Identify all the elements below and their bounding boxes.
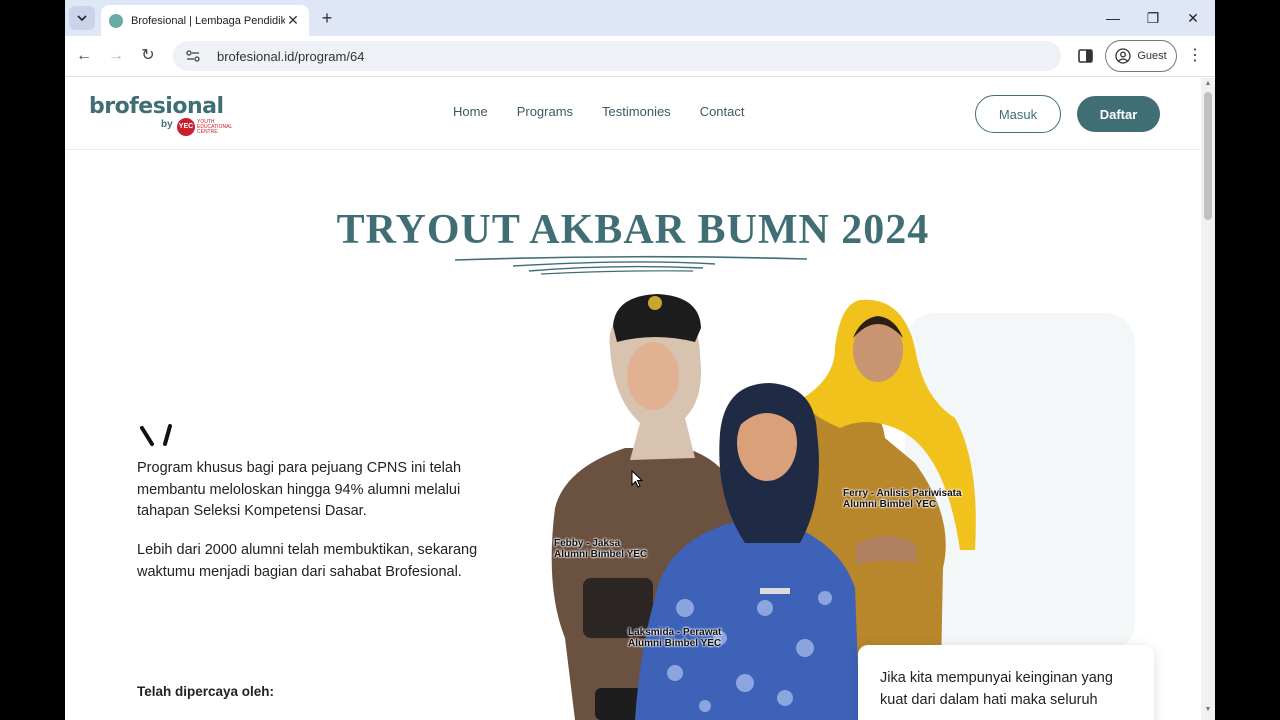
quote-mark-icon: [140, 424, 172, 446]
yec-badge-text: YOUTH EDUCATIONAL CENTRE: [197, 119, 233, 135]
title-underline-scribble: [454, 255, 808, 275]
nav-contact[interactable]: Contact: [700, 104, 745, 119]
site-header: brofesional by YEC YOUTH EDUCATIONAL CEN…: [65, 78, 1201, 150]
scroll-up-arrow-icon[interactable]: ▲: [1204, 80, 1212, 87]
tab-title: Brofesional | Lembaga Pendidikan: [131, 14, 285, 27]
nav-programs[interactable]: Programs: [517, 104, 573, 119]
profile-button[interactable]: Guest: [1105, 40, 1177, 72]
caption-ferry-name: Ferry - Anlisis Pariwisata: [843, 488, 962, 499]
caption-febby-name: Febby - Jaksa: [554, 538, 621, 549]
site-favicon-icon: [109, 13, 123, 28]
side-panel-icon[interactable]: [1075, 45, 1097, 67]
address-bar[interactable]: brofesional.id/program/64: [173, 41, 1061, 71]
page-scrollbar[interactable]: ▲ ▼: [1201, 78, 1215, 720]
caption-laksmida: Laksmida - Perawat Alumni Bimbel YEC: [628, 627, 721, 649]
caption-ferry-sub: Alumni Bimbel YEC: [843, 499, 937, 510]
testimonial-card: Jika kita mempunyai keinginan yang kuat …: [858, 645, 1154, 720]
caption-febby-sub: Alumni Bimbel YEC: [554, 549, 648, 560]
minimize-icon[interactable]: —: [1093, 8, 1133, 28]
browser-toolbar: ← → ↻ brofesional.id/program/64 Guest ⋮: [65, 36, 1215, 77]
caption-ferry: Ferry - Anlisis Pariwisata Alumni Bimbel…: [843, 488, 962, 510]
tab-strip: Brofesional | Lembaga Pendidikan ✕ + — ❐…: [65, 0, 1215, 36]
testimonial-text: Jika kita mempunyai keinginan yang kuat …: [880, 670, 1113, 708]
site-logo[interactable]: brofesional by YEC YOUTH EDUCATIONAL CEN…: [89, 94, 239, 138]
logo-wordmark: brofesional: [89, 94, 224, 119]
caption-laksmida-sub: Alumni Bimbel YEC: [628, 638, 722, 649]
caption-febby: Febby - Jaksa Alumni Bimbel YEC: [554, 538, 647, 560]
yec-badge-icon: YEC: [177, 118, 195, 136]
hero-paragraph-2: Lebih dari 2000 alumni telah membuktikan…: [137, 542, 478, 580]
chevron-down-icon: [77, 15, 87, 22]
window-close-icon[interactable]: ✕: [1173, 8, 1213, 28]
web-page: brofesional by YEC YOUTH EDUCATIONAL CEN…: [65, 78, 1201, 720]
mouse-cursor-icon: [631, 470, 643, 488]
main-nav: Home Programs Testimonies Contact: [453, 104, 745, 119]
profile-avatar-icon: [1115, 48, 1131, 64]
scroll-down-arrow-icon[interactable]: ▼: [1204, 706, 1212, 713]
register-button[interactable]: Daftar: [1077, 96, 1160, 132]
tab-search-button[interactable]: [69, 6, 95, 30]
caption-laksmida-name: Laksmida - Perawat: [628, 627, 722, 638]
nav-testimonies[interactable]: Testimonies: [602, 104, 671, 119]
restore-icon[interactable]: ❐: [1133, 8, 1173, 28]
browser-menu-icon[interactable]: ⋮: [1185, 44, 1205, 68]
logo-by: by: [161, 119, 173, 130]
trusted-by-label: Telah dipercaya oleh:: [137, 684, 275, 699]
back-arrow-icon[interactable]: ←: [72, 44, 96, 68]
hero-paragraph-1: Program khusus bagi para pejuang CPNS in…: [137, 460, 462, 519]
new-tab-plus-icon[interactable]: +: [317, 8, 337, 28]
profile-label: Guest: [1137, 50, 1167, 62]
nav-home[interactable]: Home: [453, 104, 488, 119]
browser-window: Brofesional | Lembaga Pendidikan ✕ + — ❐…: [65, 0, 1215, 720]
forward-arrow-icon[interactable]: →: [104, 44, 128, 68]
url-text: brofesional.id/program/64: [217, 48, 365, 64]
site-settings-icon[interactable]: [185, 48, 201, 64]
browser-tab-active[interactable]: Brofesional | Lembaga Pendidikan ✕: [101, 5, 309, 36]
scrollbar-thumb[interactable]: [1204, 92, 1212, 220]
reload-icon[interactable]: ↻: [136, 44, 160, 68]
hero-title: TRYOUT AKBAR BUMN 2024: [336, 207, 930, 253]
tab-close-icon[interactable]: ✕: [285, 12, 301, 29]
login-button[interactable]: Masuk: [975, 95, 1061, 133]
